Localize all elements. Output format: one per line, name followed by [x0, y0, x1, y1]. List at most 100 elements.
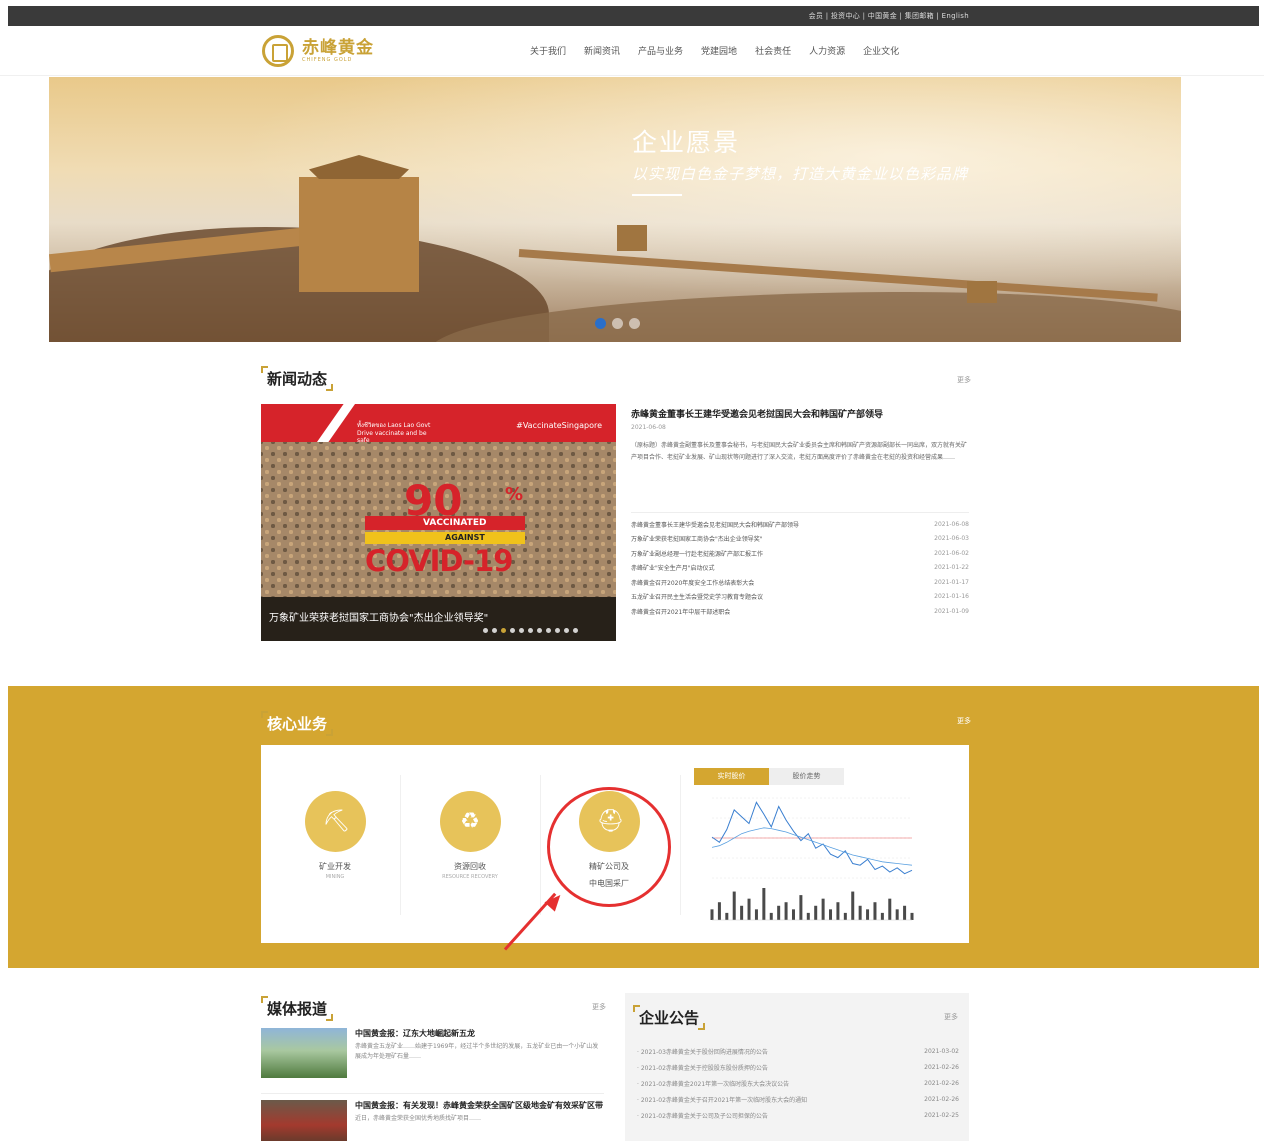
nav-responsibility[interactable]: 社会责任: [755, 44, 791, 57]
chart-volume-bar: [829, 909, 833, 920]
service-mining[interactable]: ⛏ 矿业开发 MINING: [290, 791, 380, 880]
news-headline[interactable]: 赤峰黄金董事长王建华受邀会见老挝国民大会和韩国矿产部领导: [631, 407, 883, 420]
slider-covid: COVID-19: [365, 544, 513, 578]
media-thumbnail: [261, 1100, 347, 1141]
slider-dot[interactable]: [573, 628, 578, 633]
notice-more-link[interactable]: 更多: [944, 1012, 958, 1022]
chart-series-line: [711, 827, 913, 866]
list-item[interactable]: 赤峰黄金召开2021年中层干部述职会 2021-01-09: [631, 604, 969, 619]
media-more-link[interactable]: 更多: [592, 1002, 606, 1012]
banner-title: 企业愿景: [632, 128, 741, 157]
pickaxe-icon: ⛏: [304, 791, 366, 852]
chart-volume-bar: [888, 898, 892, 920]
media-item[interactable]: 中国黄金报：有关发现！赤峰黄金荣获全国矿区级地金矿有效采矿区带 近日，赤峰黄金荣…: [261, 1100, 604, 1141]
news-list: 赤峰黄金董事长王建华受邀会见老挝国民大会和韩国矿产部领导 2021-06-08 万…: [631, 512, 969, 619]
core-section-title: 核心业务: [261, 711, 334, 736]
list-item[interactable]: · 2021-02赤峰黄金2021年第一次临时股东大会决议公告 2021-02-2…: [637, 1076, 959, 1092]
banner-watchtower-distant: [967, 281, 997, 303]
media-item[interactable]: 中国黄金报：辽东大地崛起新五龙 赤峰黄金五龙矿业……始建于1969年，经过半个多…: [261, 1028, 604, 1094]
news-more-link[interactable]: 更多: [957, 375, 971, 385]
chart-volume-bar: [806, 912, 810, 920]
list-item[interactable]: 五龙矿业召开民主生活会暨党史学习教育专题会议 2021-01-16: [631, 590, 969, 605]
banner-divider: [632, 194, 682, 196]
list-item[interactable]: · 2021-02赤峰黄金关于召开2021年第一次临时股东大会的通知 2021-0…: [637, 1091, 959, 1107]
chart-volume-bar: [821, 898, 825, 920]
chart-volume-bar: [836, 902, 840, 920]
chart-volume-bar: [740, 905, 744, 920]
slider-dot[interactable]: [519, 628, 524, 633]
news-headline-date: 2021-06-08: [631, 424, 666, 431]
chart-volume-bar: [843, 912, 847, 920]
slider-dot[interactable]: [564, 628, 569, 633]
slider-dot[interactable]: [501, 628, 506, 633]
chart-volume-bar: [762, 888, 766, 920]
slider-dot[interactable]: [510, 628, 515, 633]
nav-party[interactable]: 党建园地: [701, 44, 737, 57]
chart-volume-bar: [858, 905, 862, 920]
service-recovery[interactable]: ♻ 资源回收 RESOURCE RECOVERY: [410, 791, 530, 880]
chart-volume-bar: [725, 912, 729, 920]
nav-culture[interactable]: 企业文化: [863, 44, 899, 57]
chart-volume-bar: [754, 909, 758, 920]
tab-price-trend[interactable]: 股价走势: [769, 768, 844, 785]
chart-volume-bar: [732, 891, 736, 920]
banner-dot-1[interactable]: [595, 318, 606, 329]
tab-realtime-price[interactable]: 实时股价: [694, 768, 769, 785]
stock-chart: [710, 797, 914, 921]
slider-percent: %: [505, 484, 524, 505]
list-item[interactable]: 赤峰黄金董事长王建华受邀会见老挝国民大会和韩国矿产部领导 2021-06-08: [631, 517, 969, 532]
slider-dot[interactable]: [537, 628, 542, 633]
banner-subtitle: 以实现白色金子梦想，打造大黄金业以色彩品牌: [632, 165, 969, 183]
recycle-icon: ♻: [439, 791, 501, 852]
list-item[interactable]: 赤峰黄金召开2020年度安全工作总结表彰大会 2021-01-17: [631, 575, 969, 590]
list-item[interactable]: · 2021-02赤峰黄金关于控股股东股份质押的公告 2021-02-26: [637, 1060, 959, 1076]
news-section-title: 新闻动态: [261, 366, 334, 391]
news-headline-excerpt: （原标题）赤峰黄金副董事长及董事会秘书，与老挝国民大会矿业委员会主席和韩国矿产资…: [631, 442, 968, 461]
list-item[interactable]: · 2021-02赤峰黄金关于公司及子公司担保的公告 2021-02-25: [637, 1107, 959, 1123]
slider-dot[interactable]: [555, 628, 560, 633]
chart-volume-bar: [814, 905, 818, 920]
nav-business[interactable]: 产品与业务: [638, 44, 683, 57]
nav-about[interactable]: 关于我们: [530, 44, 566, 57]
banner-watchtower-small: [617, 225, 647, 251]
list-item[interactable]: 赤峰矿业"安全生产月"启动仪式 2021-01-22: [631, 561, 969, 576]
chart-volume-bar: [880, 912, 884, 920]
notice-section-title: 企业公告: [633, 1005, 706, 1030]
banner-dot-3[interactable]: [629, 318, 640, 329]
slider-caption[interactable]: 万象矿业荣获老挝国家工商协会"杰出企业领导奖": [269, 609, 488, 624]
hero-banner[interactable]: 企业愿景 以实现白色金子梦想，打造大黄金业以色彩品牌: [49, 77, 1181, 342]
list-item[interactable]: 万象矿业副总经理一行赴老挝能源矿产部汇报工作 2021-06-02: [631, 546, 969, 561]
chart-volume-bar: [895, 909, 899, 920]
chart-volume-bar: [710, 909, 714, 920]
top-utility-bar: 会员 | 投资中心 | 中国黄金 | 集团邮箱 | English: [8, 6, 1259, 26]
slider-against: AGAINST: [365, 532, 525, 544]
slider-dot[interactable]: [492, 628, 497, 633]
chart-volume-bar: [903, 905, 907, 920]
slider-vaccinated: VACCINATED: [365, 516, 525, 530]
banner-dot-2[interactable]: [612, 318, 623, 329]
media-thumbnail: [261, 1028, 347, 1078]
notice-list: · 2021-03赤峰黄金关于股份回购进展情况的公告 2021-03-02 · 2…: [637, 1044, 959, 1123]
chart-volume-bar: [910, 912, 914, 920]
news-image-slider[interactable]: ทั้งชีวิตของ Laos Lao Govt Drive vaccina…: [261, 404, 616, 641]
chart-volume-bar: [791, 909, 795, 920]
slider-red-band: ทั้งชีวิตของ Laos Lao Govt Drive vaccina…: [261, 404, 616, 444]
logo-name: 赤峰黄金: [302, 38, 374, 58]
core-more-link[interactable]: 更多: [957, 716, 971, 726]
utility-links[interactable]: 会员 | 投资中心 | 中国黄金 | 集团邮箱 | English: [809, 11, 969, 21]
chart-volume-bar: [769, 912, 773, 920]
logo-icon: [262, 35, 294, 67]
nav-hr[interactable]: 人力资源: [809, 44, 845, 57]
media-section-title: 媒体报道: [261, 996, 334, 1021]
list-item[interactable]: 万象矿业荣获老挝国家工商协会"杰出企业领导奖" 2021-06-03: [631, 532, 969, 547]
slider-dot[interactable]: [528, 628, 533, 633]
list-item[interactable]: · 2021-03赤峰黄金关于股份回购进展情况的公告 2021-03-02: [637, 1044, 959, 1060]
slider-dot[interactable]: [483, 628, 488, 633]
nav-news[interactable]: 新闻资讯: [584, 44, 620, 57]
banner-watchtower: [299, 177, 419, 292]
main-nav: 关于我们 新闻资讯 产品与业务 党建园地 社会责任 人力资源 企业文化: [530, 44, 899, 57]
slider-dot[interactable]: [546, 628, 551, 633]
chart-volume-bar: [873, 902, 877, 920]
chart-volume-bar: [717, 902, 721, 920]
site-logo[interactable]: 赤峰黄金 CHIFENG GOLD: [262, 34, 374, 68]
